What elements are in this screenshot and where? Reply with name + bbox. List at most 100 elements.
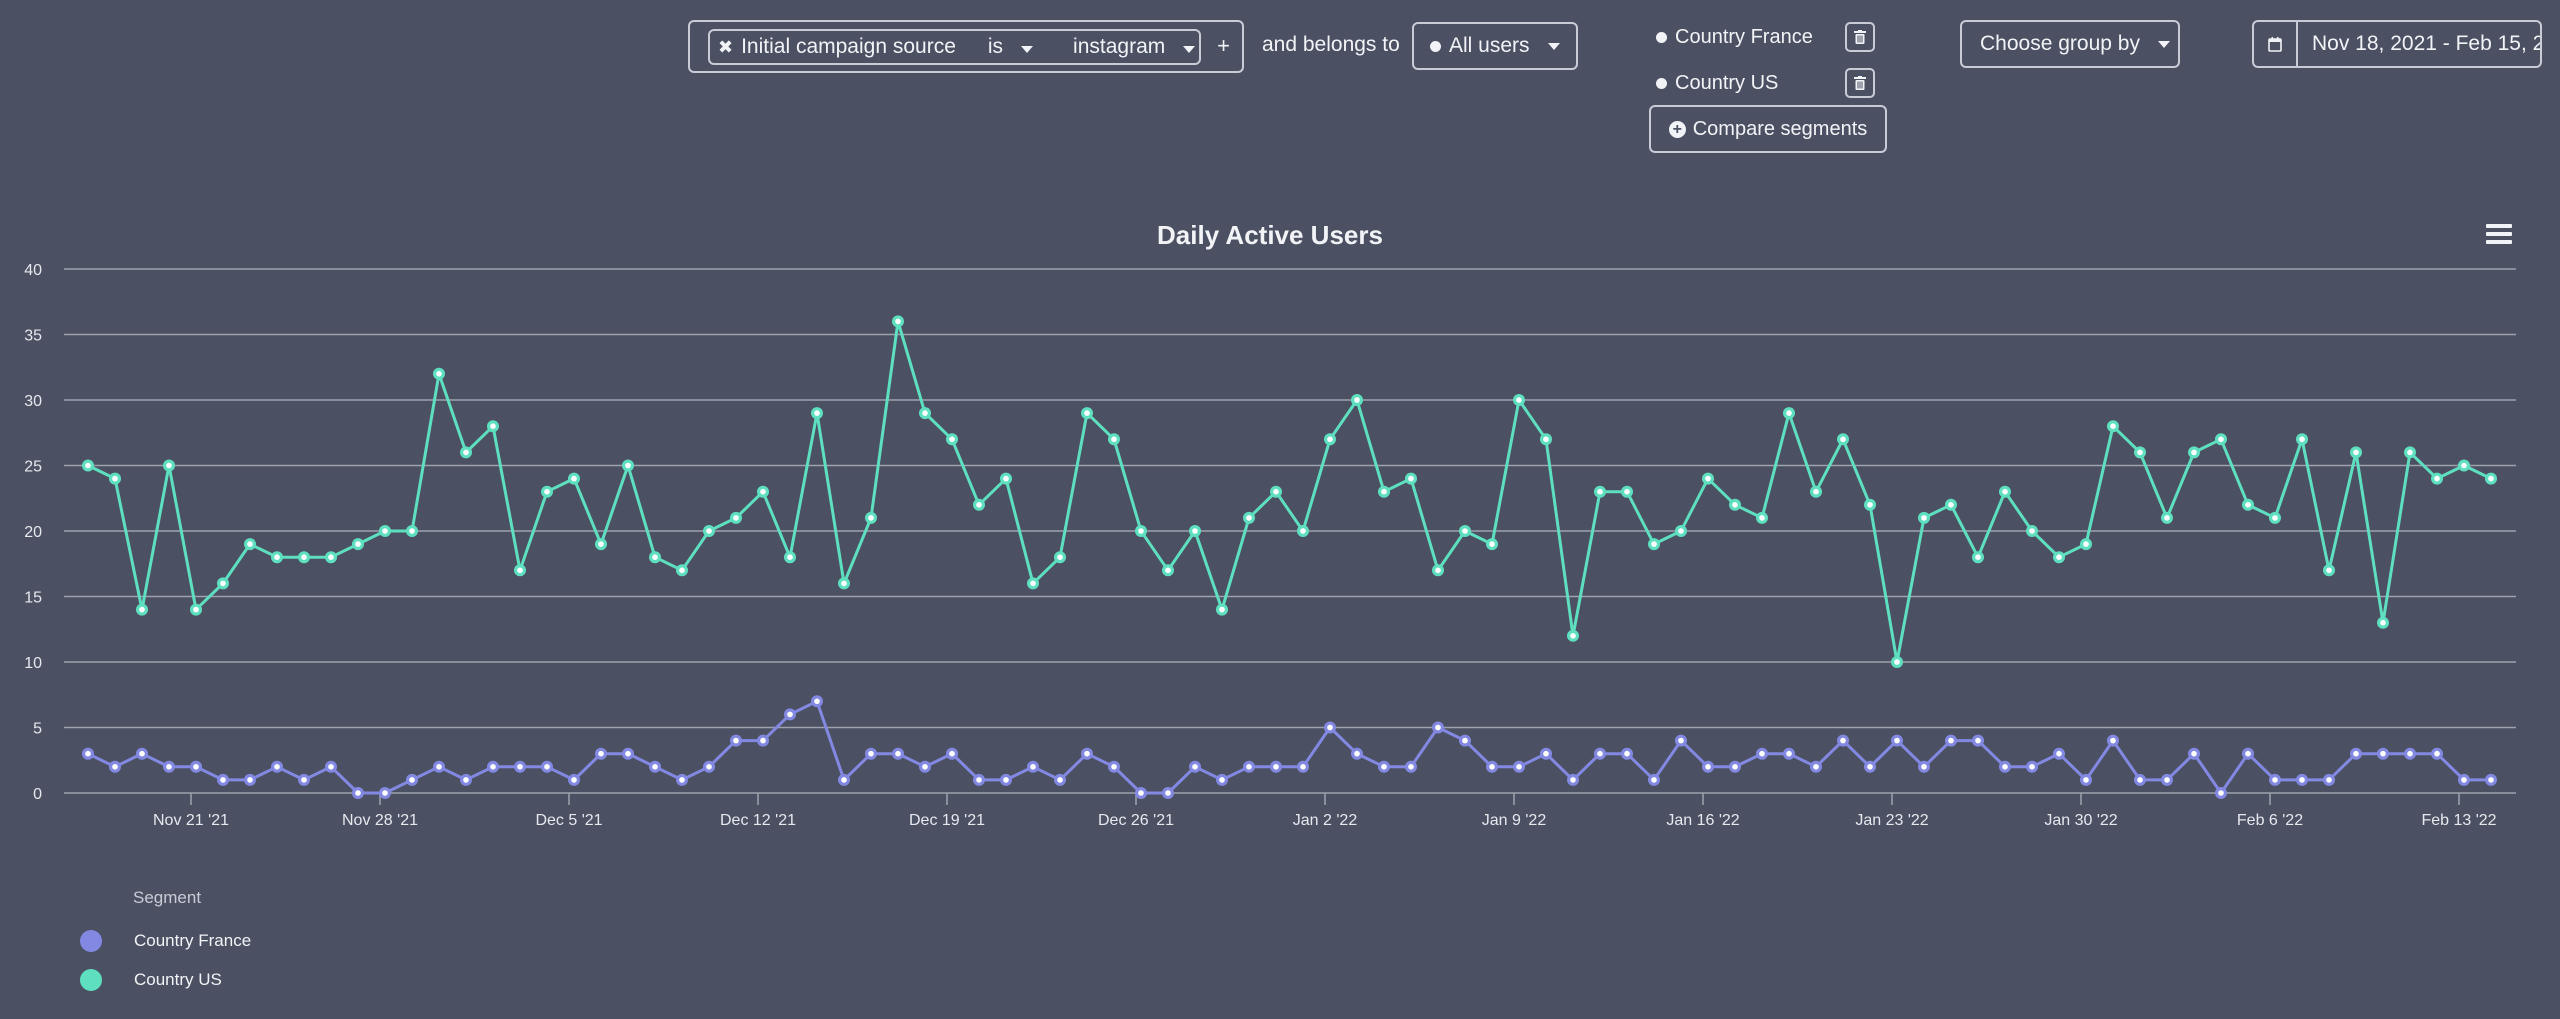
data-point-center xyxy=(1570,633,1576,639)
data-point-center xyxy=(1165,567,1171,574)
data-point-center xyxy=(625,750,631,757)
x-tick-label: Jan 16 '22 xyxy=(1666,812,1739,829)
data-point-center xyxy=(193,764,199,770)
data-point-center xyxy=(1786,410,1792,416)
data-point-center xyxy=(1678,528,1684,534)
data-point-center xyxy=(2245,750,2251,757)
data-point-center xyxy=(1975,554,1981,560)
x-axis: Nov 21 '21 Nov 28 '21 Dec 5 '21 Dec 12 '21 D… xyxy=(153,793,2497,829)
data-point-center xyxy=(193,606,199,613)
data-point-center xyxy=(1543,750,1549,757)
data-point-center xyxy=(436,371,442,377)
data-point-center xyxy=(1138,790,1144,796)
y-tick-label: 0 xyxy=(33,786,42,803)
data-point-center xyxy=(1327,436,1333,443)
data-point-center xyxy=(1273,488,1279,495)
data-point-center xyxy=(517,567,523,574)
chart-plot: 0 5 10 15 20 25 30 35 40 Nov 21 '21 Nov 28 '21 Dec… xyxy=(24,262,2516,829)
data-point-center xyxy=(1705,475,1711,482)
y-tick-label: 10 xyxy=(24,655,42,672)
data-point-center xyxy=(652,554,658,560)
x-tick-label: Nov 21 '21 xyxy=(153,812,229,829)
data-point-center xyxy=(814,410,820,416)
data-point-center xyxy=(1489,541,1495,547)
legend-swatch xyxy=(80,969,102,991)
data-point-center xyxy=(2164,777,2170,783)
data-point-center xyxy=(679,567,685,574)
data-point-center xyxy=(2137,449,2143,456)
legend-item-us[interactable]: Country US xyxy=(80,969,222,991)
data-point-center xyxy=(2002,764,2008,770)
data-point-center xyxy=(2407,750,2413,757)
legend-item-france[interactable]: Country France xyxy=(80,930,251,952)
data-point-center xyxy=(409,528,415,534)
data-point-center xyxy=(490,764,496,770)
legend-label: Country France xyxy=(134,931,252,950)
data-point-center xyxy=(1219,606,1225,613)
data-point-center xyxy=(976,502,982,508)
data-point-center xyxy=(1624,750,1630,757)
data-point-center xyxy=(490,423,496,430)
y-tick-label: 35 xyxy=(24,328,42,345)
y-tick-label: 20 xyxy=(24,524,42,541)
data-point-center xyxy=(598,750,604,757)
data-point-center xyxy=(2191,449,2197,456)
data-point-center xyxy=(1057,554,1063,560)
series-line xyxy=(87,699,2491,795)
data-point-center xyxy=(1921,764,1927,770)
x-tick-label: Dec 12 '21 xyxy=(720,812,796,829)
data-point-center xyxy=(85,462,91,469)
grid-lines xyxy=(64,268,2516,794)
data-point-center xyxy=(2002,488,2008,495)
data-point-center xyxy=(382,790,388,796)
data-point-center xyxy=(2488,777,2494,783)
data-point-center xyxy=(1867,764,1873,770)
data-point-center xyxy=(1516,397,1522,403)
y-tick-label: 30 xyxy=(24,393,42,410)
data-point-center xyxy=(1192,764,1198,770)
y-axis: 0 5 10 15 20 25 30 35 40 xyxy=(24,262,42,803)
data-point-center xyxy=(1354,750,1360,757)
data-point-center xyxy=(868,750,874,757)
data-point-center xyxy=(949,436,955,443)
data-point-center xyxy=(517,764,523,770)
data-point-center xyxy=(868,515,874,521)
data-point-center xyxy=(895,750,901,757)
data-point-center xyxy=(328,554,334,560)
data-point-center xyxy=(1867,502,1873,508)
data-point-center xyxy=(976,777,982,783)
data-point-center xyxy=(1840,737,1846,744)
data-point-center xyxy=(166,462,172,469)
series-country-france xyxy=(82,695,2497,799)
data-point-center xyxy=(2110,737,2116,744)
data-point-center xyxy=(436,764,442,770)
data-point-center xyxy=(2488,475,2494,482)
data-point-center xyxy=(1759,750,1765,757)
data-point-center xyxy=(841,777,847,783)
data-point-center xyxy=(2299,777,2305,783)
data-point-center xyxy=(1138,528,1144,534)
data-point-center xyxy=(1165,790,1171,796)
x-tick-label: Dec 5 '21 xyxy=(535,812,602,829)
data-point-center xyxy=(706,528,712,534)
data-point-center xyxy=(2083,777,2089,783)
data-point-center xyxy=(949,750,955,757)
data-point-center xyxy=(2218,436,2224,443)
data-point-center xyxy=(247,777,253,783)
data-point-center xyxy=(355,541,361,547)
data-point-center xyxy=(1489,764,1495,770)
data-point-center xyxy=(1813,764,1819,770)
data-point-center xyxy=(652,764,658,770)
legend-swatch xyxy=(80,930,102,952)
data-point-center xyxy=(1894,737,1900,744)
data-point-center xyxy=(1840,436,1846,443)
data-point-center xyxy=(1354,397,1360,403)
x-tick-label: Dec 19 '21 xyxy=(909,812,985,829)
x-tick-label: Jan 23 '22 xyxy=(1855,812,1928,829)
data-point-center xyxy=(1597,488,1603,495)
data-point-center xyxy=(1516,764,1522,770)
data-point-center xyxy=(2272,777,2278,783)
data-point-center xyxy=(922,410,928,416)
data-point-center xyxy=(571,777,577,783)
data-point-center xyxy=(1408,764,1414,770)
